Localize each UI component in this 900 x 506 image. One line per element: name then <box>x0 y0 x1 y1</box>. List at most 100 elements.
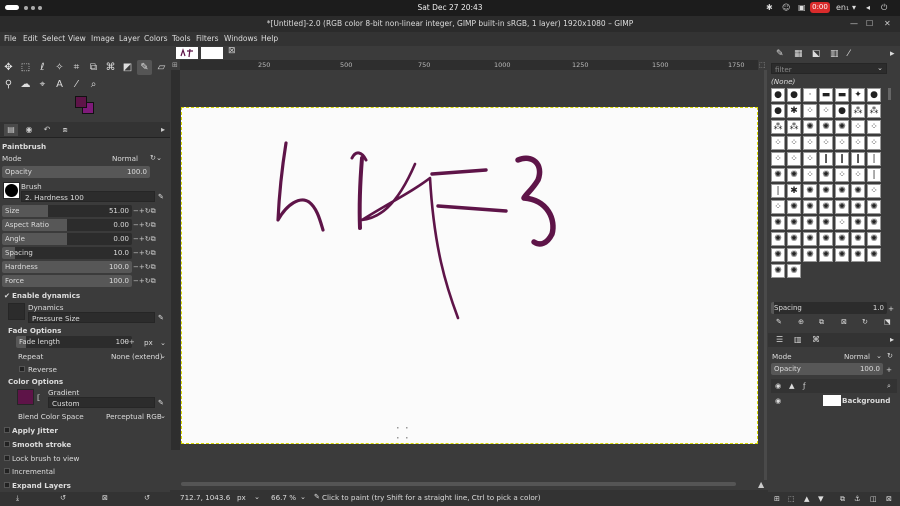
brush-preview-cell[interactable]: ✺ <box>851 200 865 214</box>
repeat-dropdown[interactable]: None (extend) <box>111 352 163 361</box>
visibility-header-icon[interactable]: ◉ <box>775 381 781 390</box>
brush-preview-cell[interactable]: ❙ <box>819 152 833 166</box>
network-icon[interactable]: ▾ <box>852 3 856 12</box>
slider-hardness[interactable]: Hardness 100.0 <box>2 261 132 273</box>
eraser-icon[interactable]: ▱ <box>154 60 169 75</box>
dynamics-field[interactable]: Pressure Size <box>28 312 155 323</box>
screen-recording-indicator[interactable]: 0:00 <box>810 2 830 13</box>
brush-preview-cell[interactable]: ✺ <box>851 248 865 262</box>
brush-preview-cell[interactable]: ✺ <box>803 216 817 230</box>
delete-options-icon[interactable]: ⊠ <box>102 493 108 502</box>
chevron-down-icon[interactable]: ⌄ <box>254 492 260 501</box>
slider-stepper-icons[interactable]: −+↻⧉ <box>133 263 156 272</box>
smooth-stroke-checkbox[interactable] <box>4 441 10 447</box>
brush-preview-cell[interactable]: ✺ <box>803 248 817 262</box>
search-icon[interactable]: ⌕ <box>887 381 891 391</box>
brush-preview-cell[interactable]: ⁘ <box>771 152 785 166</box>
minimize-icon[interactable]: — <box>850 19 858 28</box>
dock-menu-icon[interactable]: ▸ <box>890 335 894 344</box>
spacing-stepper[interactable]: + <box>888 304 894 313</box>
rect-select-icon[interactable]: ⬚ <box>18 60 33 75</box>
dock-menu-icon[interactable]: ▸ <box>890 49 895 59</box>
brush-preview-cell[interactable]: ⁘ <box>835 216 849 230</box>
raise-layer-icon[interactable]: ▲ <box>804 494 810 503</box>
reset-options-icon[interactable]: ↺ <box>144 493 150 502</box>
dock-menu-icon[interactable]: ▸ <box>156 124 170 136</box>
duplicate-layer-icon[interactable]: ⧉ <box>840 494 845 504</box>
brush-preview-cell[interactable]: ✺ <box>867 216 881 230</box>
chevron-down-icon[interactable]: ⌄ <box>876 351 882 360</box>
gradient-preview[interactable] <box>17 389 34 405</box>
navigate-icon[interactable]: ▲ <box>758 480 764 489</box>
mode-dropdown[interactable]: Normal <box>112 154 138 163</box>
brush-preview-cell[interactable]: ▬ <box>835 88 849 102</box>
brush-preview-cell[interactable]: ❘ <box>867 168 881 182</box>
vertical-scrollbar[interactable] <box>764 70 767 480</box>
brushes-tab-icon[interactable]: ✎ <box>776 49 784 59</box>
brush-preview-cell[interactable]: ⁘ <box>867 184 881 198</box>
zoom-dropdown[interactable]: 66.7 % <box>271 493 296 502</box>
move-tool-icon[interactable]: ✥ <box>1 60 16 75</box>
brush-preview-cell[interactable]: ● <box>771 104 785 118</box>
brush-preview-cell[interactable]: ● <box>787 88 801 102</box>
crop-icon[interactable]: ⌗ <box>69 60 84 75</box>
delete-brush-icon[interactable]: ⊠ <box>841 317 847 326</box>
image-thumbnail-tab[interactable] <box>176 47 198 59</box>
system-clock[interactable]: Sat Dec 27 20:43 <box>0 3 900 12</box>
foreground-color-swatch[interactable] <box>75 96 87 108</box>
gradient-field[interactable]: Custom <box>48 397 155 408</box>
images-tab-icon[interactable]: ⧈ <box>58 124 72 136</box>
new-brush-icon[interactable]: ⊕ <box>798 317 804 326</box>
brush-preview-cell[interactable]: ✱ <box>787 184 801 198</box>
fade-unit-dropdown[interactable]: px <box>144 338 153 347</box>
horizontal-ruler[interactable]: 250 500 750 1000 1250 1500 1750 <box>180 60 758 70</box>
edit-dynamics-icon[interactable]: ✎ <box>158 313 164 322</box>
dynamics-preview[interactable] <box>8 303 25 320</box>
anchor-layer-icon[interactable]: ⚓ <box>854 494 860 503</box>
enable-dynamics-check-icon[interactable]: ✔ <box>4 291 10 300</box>
layers-tab-icon[interactable]: ☰ <box>776 335 783 344</box>
brush-preview-cell[interactable]: · <box>803 88 817 102</box>
transform-icon[interactable]: ⧉ <box>86 60 101 75</box>
brush-preview-cell[interactable]: ❙ <box>835 152 849 166</box>
brush-preview-cell[interactable]: ✺ <box>803 184 817 198</box>
brush-name-field[interactable]: 2. Hardness 100 <box>21 191 155 202</box>
volume-icon[interactable]: ◂ <box>866 3 870 12</box>
layer-opacity-slider[interactable]: Opacity 100.0 <box>771 363 883 375</box>
image-canvas[interactable] <box>181 107 758 444</box>
brush-filter-input[interactable]: filter <box>771 63 887 74</box>
mask-layer-icon[interactable]: ◫ <box>870 494 877 503</box>
new-layer-group-icon[interactable]: ⬚ <box>788 494 795 503</box>
fade-length-slider[interactable]: Fade length 100 <box>16 336 132 348</box>
duplicate-brush-icon[interactable]: ⧉ <box>819 317 824 327</box>
layer-row-background[interactable]: ◉ Background <box>771 395 897 407</box>
brush-preview-cell[interactable]: ⁘ <box>835 168 849 182</box>
brush-preview-cell[interactable]: ✺ <box>851 216 865 230</box>
brush-preview-cell[interactable]: ✺ <box>787 232 801 246</box>
patterns-tab-icon[interactable]: ▦ <box>794 49 803 59</box>
menu-file[interactable]: File <box>4 34 17 43</box>
bucket-fill-icon[interactable]: ◩ <box>120 60 135 75</box>
brush-preview-cell[interactable]: ❙ <box>851 152 865 166</box>
menu-help[interactable]: Help <box>261 34 278 43</box>
brush-preview-cell[interactable]: ✺ <box>819 184 833 198</box>
undo-history-tab-icon[interactable]: ↶ <box>40 124 54 136</box>
brush-preview-cell[interactable]: ✺ <box>771 264 785 278</box>
menu-image[interactable]: Image <box>91 34 115 43</box>
brush-preview-cell[interactable]: ✺ <box>771 232 785 246</box>
refresh-brushes-icon[interactable]: ↻ <box>862 317 868 326</box>
incremental-checkbox[interactable] <box>4 468 10 474</box>
brush-preview-cell[interactable]: ⁘ <box>803 152 817 166</box>
brush-preview-cell[interactable]: ✺ <box>851 184 865 198</box>
brush-preview-cell[interactable]: ⁘ <box>803 136 817 150</box>
brush-preview-cell[interactable]: ⁘ <box>867 120 881 134</box>
close-icon[interactable]: ✕ <box>884 19 891 28</box>
brush-spacing-slider[interactable]: Spacing 1.0 <box>771 302 887 314</box>
chevron-down-icon[interactable]: ⌄ <box>160 411 166 420</box>
slider-stepper-icons[interactable]: −+↻⧉ <box>133 277 156 286</box>
brush-preview-cell[interactable]: ✺ <box>787 216 801 230</box>
brush-preview-cell[interactable]: ✺ <box>867 200 881 214</box>
menu-filters[interactable]: Filters <box>196 34 218 43</box>
brush-preview-cell[interactable]: ✺ <box>771 216 785 230</box>
brush-preview-cell[interactable]: ✺ <box>835 200 849 214</box>
